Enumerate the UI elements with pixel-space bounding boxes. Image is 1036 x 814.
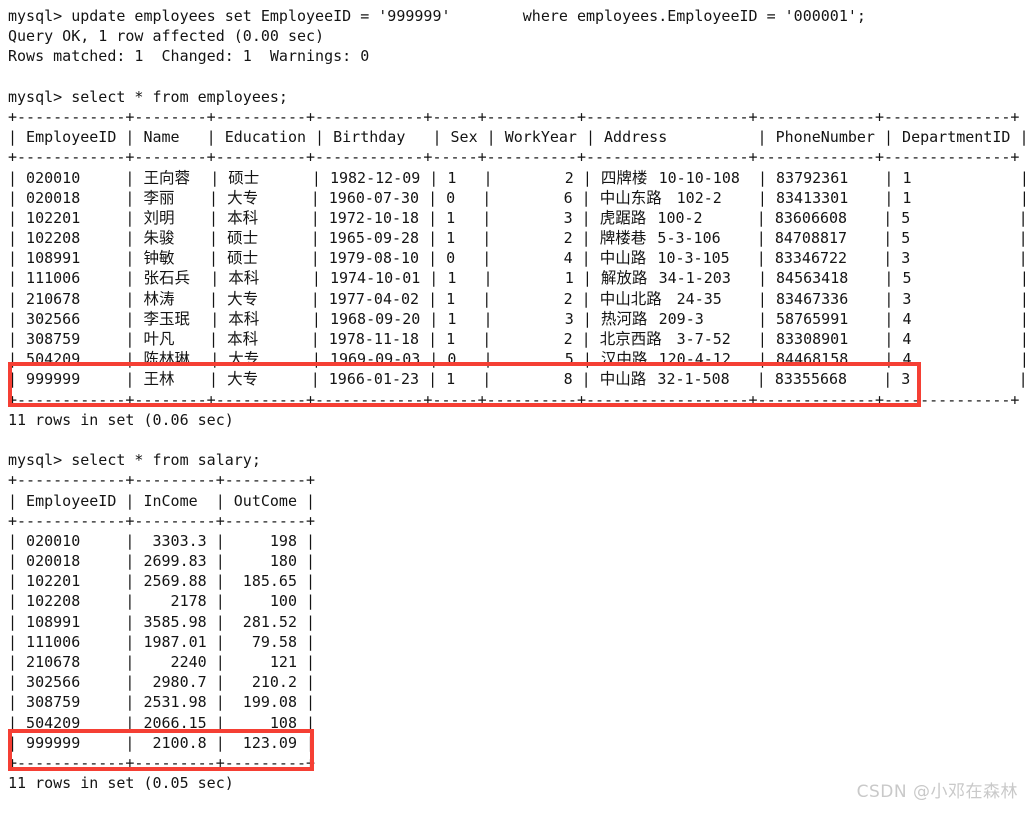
terminal-line: | 302566 | 李玉珉 | 本科 | 1968-09-20 | 1 | 3…	[8, 309, 1029, 328]
terminal-line: | 504209 | 2066.15 | 108 |	[8, 713, 316, 732]
terminal-line: | 210678 | 2240 | 121 |	[8, 653, 316, 671]
terminal-line: | 020018 | 2699.83 | 180 |	[8, 552, 316, 571]
terminal-line: | 504209 | 陈林琳 | 大专 | 1969-09-03 | 0 | 5…	[8, 350, 1029, 369]
terminal-line: +------------+---------+---------+	[8, 511, 316, 530]
terminal-line: | 308759 | 2531.98 | 199.08 |	[8, 693, 316, 712]
terminal-line: | 999999 | 王林 | 大专 | 1966-01-23 | 1 | 8 …	[8, 370, 1028, 389]
terminal-line: | 020010 | 3303.3 | 198 |	[8, 531, 316, 550]
terminal-line: | 108991 | 3585.98 | 281.52 |	[8, 612, 316, 631]
terminal-line: | 302566 | 2980.7 | 210.2 |	[8, 673, 316, 692]
terminal-line: | EmployeeID | Name | Education | Birthd…	[8, 128, 1029, 147]
terminal-line: +------------+--------+----------+------…	[8, 107, 1020, 126]
terminal-line: | 308759 | 叶凡 | 本科 | 1978-11-18 | 1 | 2 …	[8, 330, 1029, 348]
terminal-line: | 102208 | 朱骏 | 硕士 | 1965-09-28 | 1 | 2 …	[8, 229, 1028, 248]
terminal-line: | 999999 | 2100.8 | 123.09 |	[8, 733, 316, 752]
terminal-line: | 111006 | 1987.01 | 79.58 |	[8, 632, 316, 651]
terminal-line: | 102201 | 2569.88 | 185.65 |	[8, 572, 316, 591]
csdn-watermark: CSDN @小邓在森林	[856, 782, 1018, 802]
terminal-line: 11 rows in set (0.06 sec)	[8, 410, 234, 429]
terminal-line: +------------+---------+---------+	[8, 471, 316, 490]
terminal-line: | 102201 | 刘明 | 本科 | 1972-10-18 | 1 | 3 …	[8, 208, 1028, 227]
terminal-line: Rows matched: 1 Changed: 1 Warnings: 0	[8, 47, 370, 66]
terminal-line: | 102208 | 2178 | 100 |	[8, 592, 316, 611]
terminal-line: | 111006 | 张石兵 | 本科 | 1974-10-01 | 1 | 1…	[8, 269, 1029, 288]
terminal-line: | 210678 | 林涛 | 大专 | 1977-04-02 | 1 | 2 …	[8, 289, 1029, 308]
terminal-line: Query OK, 1 row affected (0.00 sec)	[8, 27, 325, 46]
terminal-line: | 108991 | 钟敏 | 硕士 | 1979-08-10 | 0 | 4 …	[8, 249, 1028, 268]
terminal-line: +------------+--------+----------+------…	[8, 390, 1020, 409]
terminal-line: mysql> select * from employees;	[8, 87, 288, 106]
terminal-output: mysql> update employees set EmployeeID =…	[0, 0, 1036, 814]
terminal-line: | 020010 | 王向蓉 | 硕士 | 1982-12-09 | 1 | 2…	[8, 168, 1029, 187]
terminal-line: | 020018 | 李丽 | 大专 | 1960-07-30 | 0 | 6 …	[8, 188, 1029, 207]
terminal-line: +------------+---------+---------+	[8, 753, 316, 772]
terminal-line: mysql> update employees set EmployeeID =…	[8, 7, 866, 25]
terminal-line: +------------+--------+----------+------…	[8, 148, 1020, 167]
terminal-line: mysql> select * from salary;	[8, 451, 261, 470]
terminal-line: | EmployeeID | InCome | OutCome |	[8, 491, 316, 510]
